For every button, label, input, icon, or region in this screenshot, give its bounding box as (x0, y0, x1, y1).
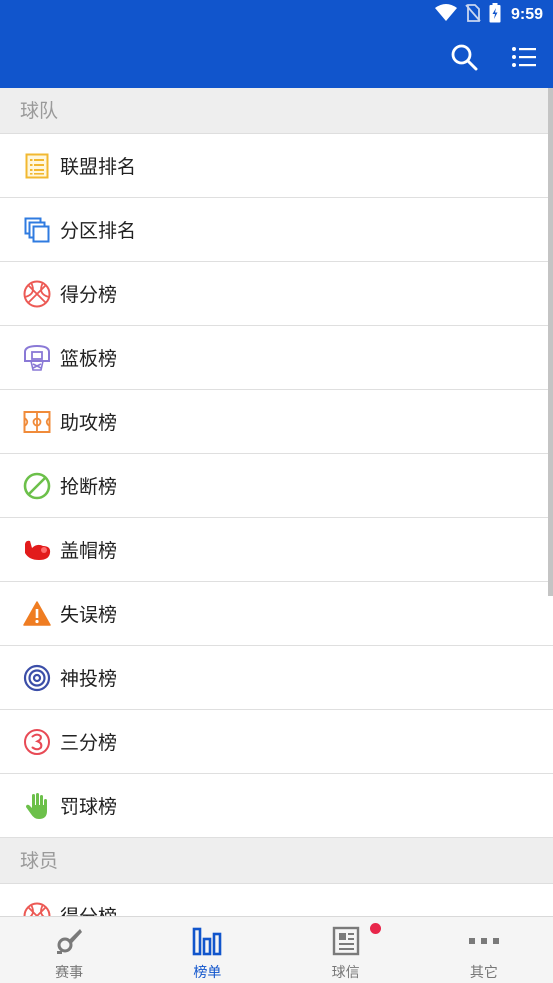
basketball-hoop-icon (22, 343, 52, 373)
ranking-list[interactable]: 球队 联盟排名 分区排名 得分榜 篮板榜 助攻榜 抢断榜 盖帽榜 失误榜 神投榜… (0, 88, 553, 916)
list-item-team-steals[interactable]: 抢断榜 (0, 454, 553, 518)
section-header-player: 球员 (0, 838, 553, 884)
basketball-icon (22, 901, 52, 916)
search-button[interactable] (447, 42, 481, 76)
section-header-team: 球队 (0, 88, 553, 134)
warning-icon (22, 599, 52, 629)
nav-tab-news[interactable]: 球信 (277, 917, 415, 983)
muscle-arm-icon (22, 535, 52, 565)
list-item-team-points[interactable]: 得分榜 (0, 262, 553, 326)
list-item-label: 失误榜 (60, 604, 118, 626)
whistle-icon (54, 926, 84, 960)
target-icon (22, 663, 52, 693)
list-item-label: 分区排名 (60, 220, 137, 242)
list-menu-icon (511, 45, 537, 73)
nav-tab-rankings[interactable]: 榜单 (138, 917, 276, 983)
nav-tab-label: 其它 (469, 965, 498, 981)
hand-icon (22, 791, 52, 821)
list-item-label: 神投榜 (60, 668, 118, 690)
list-item-team-blocks[interactable]: 盖帽榜 (0, 518, 553, 582)
nav-tab-games[interactable]: 赛事 (0, 917, 138, 983)
list-item-team-shooting[interactable]: 神投榜 (0, 646, 553, 710)
wifi-icon (434, 4, 457, 26)
bottom-navigation: 赛事 榜单 球信 其它 (0, 916, 553, 983)
number-three-icon (22, 727, 52, 757)
list-item-team-free-throws[interactable]: 罚球榜 (0, 774, 553, 838)
bar-ranking-icon (192, 926, 222, 960)
search-icon (450, 43, 478, 75)
list-item-label: 盖帽榜 (60, 540, 118, 562)
list-item-league-standings[interactable]: 联盟排名 (0, 134, 553, 198)
notification-badge (369, 923, 381, 934)
battery-charging-icon (489, 3, 501, 27)
list-item-label: 联盟排名 (60, 156, 137, 178)
nav-tab-label: 赛事 (55, 965, 84, 981)
list-item-label: 三分榜 (60, 732, 118, 754)
list-item-team-rebounds[interactable]: 篮板榜 (0, 326, 553, 390)
standings-list-icon (22, 151, 52, 181)
list-item-team-assists[interactable]: 助攻榜 (0, 390, 553, 454)
app-bar (0, 30, 553, 88)
nav-tab-more[interactable]: 其它 (415, 917, 553, 983)
news-icon (331, 926, 361, 960)
nav-tab-label: 球信 (331, 965, 360, 981)
no-entry-icon (22, 471, 52, 501)
list-item-label: 篮板榜 (60, 348, 118, 370)
stacked-squares-icon (22, 215, 52, 245)
list-item-team-turnovers[interactable]: 失误榜 (0, 582, 553, 646)
basketball-icon (22, 279, 52, 309)
scrollbar[interactable] (548, 88, 553, 596)
list-item-label: 得分榜 (60, 284, 118, 306)
more-dots-icon (468, 926, 500, 960)
list-item-label: 助攻榜 (60, 412, 118, 434)
list-item-team-three-pointers[interactable]: 三分榜 (0, 710, 553, 774)
no-sim-icon (465, 4, 481, 26)
status-bar: 9:59 (0, 0, 553, 30)
nav-tab-label: 榜单 (193, 965, 222, 981)
status-time: 9:59 (510, 6, 543, 23)
list-item-division-standings[interactable]: 分区排名 (0, 198, 553, 262)
list-item-player-points[interactable]: 得分榜 (0, 884, 553, 916)
list-item-label: 罚球榜 (60, 796, 118, 818)
list-menu-button[interactable] (507, 42, 541, 76)
list-item-label: 得分榜 (60, 902, 117, 916)
court-icon (22, 407, 52, 437)
list-item-label: 抢断榜 (60, 476, 118, 498)
